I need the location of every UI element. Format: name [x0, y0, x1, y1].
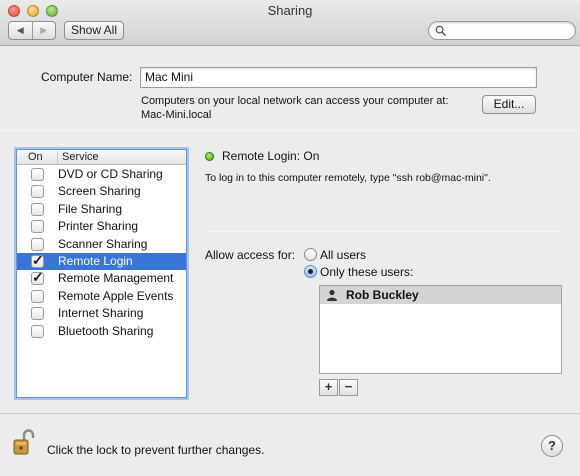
service-checkbox[interactable]	[31, 307, 44, 321]
detail-divider	[205, 231, 562, 232]
service-checkbox[interactable]	[31, 289, 44, 303]
service-name: Bluetooth Sharing	[58, 323, 154, 338]
computer-name-label: Computer Name:	[41, 70, 133, 84]
user-row[interactable]: Rob Buckley	[320, 286, 561, 304]
status-indicator-icon	[205, 152, 214, 161]
service-name: Screen Sharing	[58, 184, 141, 199]
service-name: Remote Apple Events	[58, 288, 174, 303]
service-checkbox[interactable]	[31, 168, 44, 181]
service-row[interactable]: File Sharing	[17, 201, 186, 218]
section-divider	[0, 130, 580, 131]
service-status: Remote Login: On	[222, 149, 320, 163]
window-title: Sharing	[267, 3, 313, 18]
all-users-label[interactable]: All users	[320, 248, 366, 262]
computer-name-description-line: Computers on your local network can acce…	[141, 95, 449, 107]
service-name: Remote Management	[58, 271, 174, 286]
service-row[interactable]: Remote Management	[17, 269, 186, 287]
service-instructions: To log in to this computer remotely, typ…	[205, 172, 491, 184]
sharing-window: Sharing ◀ ▶ Show All Computer Name: Mac …	[0, 0, 580, 476]
add-user-button[interactable]: +	[319, 379, 338, 396]
only-these-users-label[interactable]: Only these users:	[320, 265, 413, 279]
service-row[interactable]: Remote Login	[17, 252, 186, 270]
service-checkbox[interactable]	[31, 202, 44, 216]
allow-access-label: Allow access for:	[205, 248, 296, 262]
service-checkbox[interactable]	[31, 269, 44, 286]
user-icon	[327, 289, 337, 301]
allowed-users-list[interactable]: Rob Buckley	[319, 285, 562, 374]
service-name: File Sharing	[58, 201, 123, 216]
lock-message: Click the lock to prevent further change…	[47, 443, 265, 457]
search-field[interactable]	[428, 21, 576, 40]
column-header-on[interactable]: On	[28, 151, 43, 163]
forward-button[interactable]: ▶	[31, 22, 56, 39]
remove-user-button[interactable]: −	[339, 379, 358, 396]
computer-name-field[interactable]: Mac Mini	[140, 67, 537, 88]
search-icon	[435, 25, 446, 36]
service-row[interactable]: Screen Sharing	[17, 183, 186, 200]
service-row[interactable]: Remote Apple Events	[17, 288, 186, 305]
unlocked-padlock-icon[interactable]	[13, 428, 35, 456]
all-users-radio[interactable]	[304, 248, 317, 261]
service-row[interactable]: DVD or CD Sharing	[17, 166, 186, 183]
column-header-service[interactable]: Service	[57, 151, 99, 164]
back-forward-control: ◀ ▶	[8, 21, 56, 40]
service-checkbox[interactable]	[31, 252, 44, 269]
service-list[interactable]: On Service DVD or CD Sharing Screen Shari…	[16, 149, 187, 398]
service-row[interactable]: Internet Sharing	[17, 305, 186, 322]
service-name: Remote Login	[58, 254, 133, 268]
title-bar: Sharing ◀ ▶ Show All	[0, 0, 580, 46]
edit-button[interactable]: Edit...	[482, 95, 536, 114]
footer-divider	[0, 413, 580, 414]
service-name: DVD or CD Sharing	[58, 167, 163, 181]
computer-name-description: Computers on your local network can acce…	[141, 94, 449, 122]
service-name: Printer Sharing	[58, 219, 139, 234]
user-name: Rob Buckley	[346, 288, 419, 302]
service-checkbox[interactable]	[31, 185, 44, 199]
service-checkbox[interactable]	[31, 324, 44, 338]
only-these-users-radio[interactable]	[304, 265, 317, 278]
service-checkbox[interactable]	[31, 237, 44, 251]
service-list-header: On Service	[17, 150, 186, 165]
service-row[interactable]: Scanner Sharing	[17, 236, 186, 253]
help-button[interactable]: ?	[541, 435, 563, 457]
service-name: Internet Sharing	[58, 306, 144, 321]
local-hostname: Mac-Mini.local	[141, 109, 212, 121]
show-all-button[interactable]: Show All	[64, 21, 124, 40]
service-name: Scanner Sharing	[58, 236, 148, 251]
back-button[interactable]: ◀	[9, 22, 32, 39]
service-checkbox[interactable]	[31, 220, 44, 234]
service-row[interactable]: Bluetooth Sharing	[17, 323, 186, 340]
service-row[interactable]: Printer Sharing	[17, 218, 186, 235]
